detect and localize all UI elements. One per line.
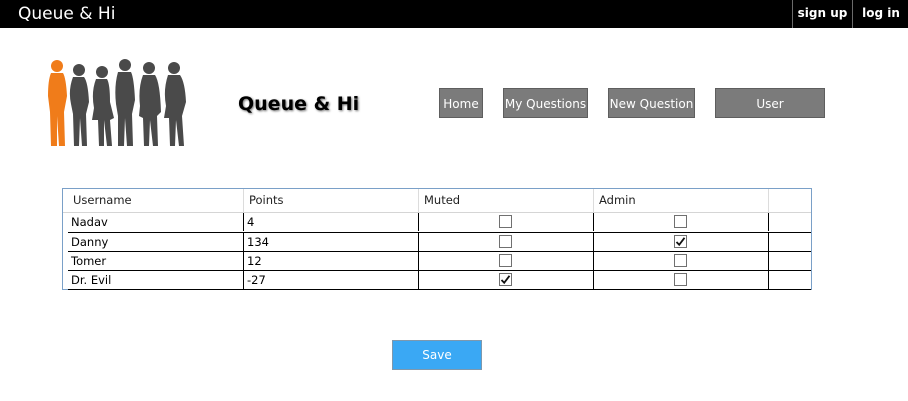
admin-checkbox[interactable] [674,254,687,267]
muted-cell [419,252,594,270]
username-cell[interactable]: Tomer [68,252,244,270]
muted-checkbox[interactable] [499,254,512,267]
admin-checkbox[interactable] [674,273,687,286]
nav-home-button[interactable]: Home [439,88,483,118]
points-cell[interactable]: 12 [244,252,419,270]
column-header-admin[interactable]: Admin [594,189,769,212]
admin-cell [594,213,769,231]
table-row[interactable]: Tomer 12 [68,251,811,270]
points-cell[interactable]: 134 [244,233,419,251]
admin-checkbox[interactable] [674,235,687,248]
admin-checkbox[interactable] [674,215,687,228]
save-button[interactable]: Save [392,340,482,370]
username-cell[interactable]: Dr. Evil [68,271,244,289]
top-bar: Queue & Hi sign up log in [0,0,908,28]
username-cell[interactable]: Nadav [68,213,244,231]
users-data-grid: Username Points Muted Admin Nadav 4 Dann… [62,188,812,290]
table-row[interactable]: Dr. Evil -27 [68,270,811,290]
muted-cell [419,213,594,231]
grid-header: Username Points Muted Admin [63,189,811,213]
muted-cell [419,233,594,251]
admin-cell [594,271,769,289]
admin-cell [594,252,769,270]
app-title: Queue & Hi [18,4,116,24]
muted-checkbox[interactable] [499,273,512,286]
column-header-points[interactable]: Points [244,189,419,212]
muted-cell [419,271,594,289]
brand-title: Queue & Hi [238,93,360,115]
table-row[interactable]: Nadav 4 [68,213,811,232]
sign-up-link[interactable]: sign up [792,0,852,28]
column-header-username[interactable]: Username [68,189,244,212]
admin-cell [594,233,769,251]
nav-my-questions-button[interactable]: My Questions [503,88,588,118]
grid-rows: Nadav 4 Danny 134 Tomer 12 Dr. Evil -27 [68,213,811,290]
muted-checkbox[interactable] [499,215,512,228]
nav-new-question-button[interactable]: New Question [608,88,695,118]
nav-user-management-button[interactable]: User Management [715,88,825,141]
muted-checkbox[interactable] [499,235,512,248]
table-row[interactable]: Danny 134 [68,232,811,251]
username-cell[interactable]: Danny [68,233,244,251]
queue-people-logo-icon [44,56,194,150]
points-cell[interactable]: 4 [244,213,419,231]
points-cell[interactable]: -27 [244,271,419,289]
log-in-link[interactable]: log in [852,0,908,28]
column-header-muted[interactable]: Muted [419,189,594,212]
